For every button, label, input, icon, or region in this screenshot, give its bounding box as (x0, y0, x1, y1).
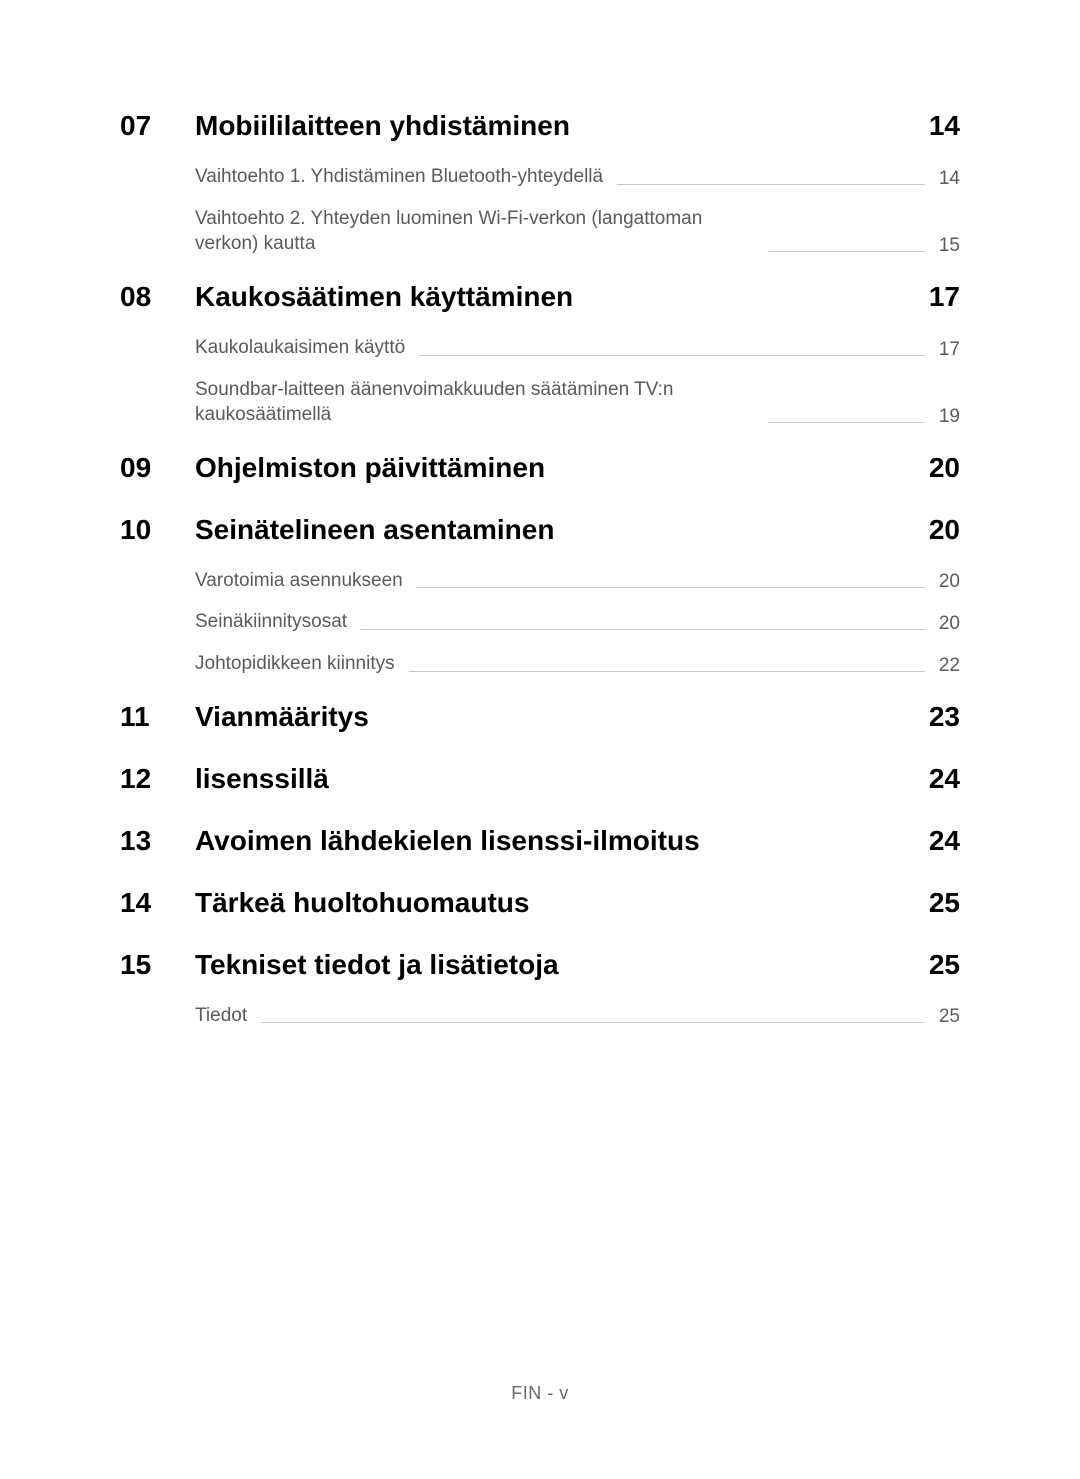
section-number: 07 (120, 110, 195, 273)
section-body: Avoimen lähdekielen lisenssi-ilmoitus 24 (195, 825, 960, 857)
section-header: Kaukosäätimen käyttäminen 17 (195, 281, 960, 313)
sub-title: Soundbar-laitteen äänenvoimakkuuden säät… (195, 377, 755, 428)
toc-section: 11Vianmääritys 23 (120, 701, 960, 733)
section-page: 23 (929, 701, 960, 733)
toc-section: 08Kaukosäätimen käyttäminen17Kaukolaukai… (120, 281, 960, 444)
sub-title: Kaukolaukaisimen käyttö (195, 335, 405, 361)
section-header: Mobiililaitteen yhdistäminen 14 (195, 110, 960, 142)
section-title: Tekniset tiedot ja lisätietoja (195, 949, 909, 981)
section-body: Vianmääritys 23 (195, 701, 960, 733)
section-header: Ohjelmiston päivittäminen 20 (195, 452, 960, 484)
toc-sub-entry: Tiedot 25 (195, 1003, 960, 1029)
section-body: Mobiililaitteen yhdistäminen 14 Vaihtoehto… (195, 110, 960, 273)
toc-sub-entry: Vaihtoehto 2. Yhteyden luominen Wi-Fi-ve… (195, 206, 960, 257)
section-page: 20 (929, 452, 960, 484)
section-number: 09 (120, 452, 195, 484)
section-title: Avoimen lähdekielen lisenssi-ilmoitus (195, 825, 909, 857)
toc-section: 15Tekniset tiedot ja lisätietoja25Tiedot… (120, 949, 960, 1045)
section-body: Ohjelmiston päivittäminen 20 (195, 452, 960, 484)
sub-page: 17 (939, 339, 960, 361)
toc-sub-entry: Seinäkiinnitysosat 20 (195, 609, 960, 635)
section-header: Tekniset tiedot ja lisätietoja 25 (195, 949, 960, 981)
leader-line (417, 587, 925, 588)
section-page: 20 (929, 514, 960, 546)
section-body: lisenssillä 24 (195, 763, 960, 795)
section-number: 12 (120, 763, 195, 795)
section-header: Avoimen lähdekielen lisenssi-ilmoitus 24 (195, 825, 960, 857)
leader-line (769, 422, 925, 423)
leader-line (769, 251, 925, 252)
toc-section: 10Seinätelineen asentaminen20Varotoimia … (120, 514, 960, 693)
sub-title: Tiedot (195, 1003, 247, 1029)
sub-title: Vaihtoehto 2. Yhteyden luominen Wi-Fi-ve… (195, 206, 755, 257)
table-of-contents: 07Mobiililaitteen yhdistäminen 14 Vaihtoeh… (120, 110, 960, 1044)
leader-line (409, 671, 925, 672)
section-body: Kaukosäätimen käyttäminen17Kaukolaukaisi… (195, 281, 960, 444)
section-title: lisenssillä (195, 763, 909, 795)
sub-page: 19 (939, 406, 960, 428)
section-body: Tekniset tiedot ja lisätietoja 25 Tiedot 25 (195, 949, 960, 1045)
section-page: 25 (929, 949, 960, 981)
section-title: Seinätelineen asentaminen (195, 514, 909, 546)
leader-line (261, 1022, 925, 1023)
section-body: Tärkeä huoltohuomautus 25 (195, 887, 960, 919)
sub-page: 20 (939, 571, 960, 593)
section-page: 24 (929, 763, 960, 795)
sub-page: 22 (939, 655, 960, 677)
section-title: Vianmääritys (195, 701, 909, 733)
section-page: 24 (929, 825, 960, 857)
leader-line (419, 355, 925, 356)
toc-section: 14Tärkeä huoltohuomautus 25 (120, 887, 960, 919)
section-title: Mobiililaitteen yhdistäminen (195, 110, 909, 142)
leader-line (617, 184, 925, 185)
section-number: 14 (120, 887, 195, 919)
toc-sub-entry: Soundbar-laitteen äänenvoimakkuuden säät… (195, 377, 960, 428)
toc-section: 13Avoimen lähdekielen lisenssi-ilmoitus 2… (120, 825, 960, 857)
toc-section: 07Mobiililaitteen yhdistäminen 14 Vaihtoeh… (120, 110, 960, 273)
section-number: 11 (120, 701, 195, 733)
sub-page: 15 (939, 235, 960, 257)
sub-page: 25 (939, 1006, 960, 1028)
section-header: Tärkeä huoltohuomautus 25 (195, 887, 960, 919)
section-title: Ohjelmiston päivittäminen (195, 452, 909, 484)
section-page: 14 (929, 110, 960, 142)
toc-section: 12lisenssillä 24 (120, 763, 960, 795)
toc-sub-entry: Varotoimia asennukseen 20 (195, 568, 960, 594)
sub-title: Vaihtoehto 1. Yhdistäminen Bluetooth-yht… (195, 164, 603, 190)
section-page: 25 (929, 887, 960, 919)
section-body: Seinätelineen asentaminen20Varotoimia as… (195, 514, 960, 693)
section-title: Tärkeä huoltohuomautus (195, 887, 909, 919)
toc-sub-entry: Kaukolaukaisimen käyttö 17 (195, 335, 960, 361)
section-header: Vianmääritys 23 (195, 701, 960, 733)
toc-sub-entry: Vaihtoehto 1. Yhdistäminen Bluetooth-yht… (195, 164, 960, 190)
toc-sub-entry: Johtopidikkeen kiinnitys 22 (195, 651, 960, 677)
section-header: Seinätelineen asentaminen 20 (195, 514, 960, 546)
sub-title: Varotoimia asennukseen (195, 568, 403, 594)
section-number: 15 (120, 949, 195, 1045)
section-number: 13 (120, 825, 195, 857)
section-number: 08 (120, 281, 195, 444)
section-header: lisenssillä 24 (195, 763, 960, 795)
leader-line (361, 629, 925, 630)
section-title: Kaukosäätimen käyttäminen (195, 281, 909, 313)
section-number: 10 (120, 514, 195, 693)
sub-title: Johtopidikkeen kiinnitys (195, 651, 395, 677)
sub-page: 20 (939, 613, 960, 635)
section-page: 17 (929, 281, 960, 313)
toc-section: 09Ohjelmiston päivittäminen 20 (120, 452, 960, 484)
sub-page: 14 (939, 168, 960, 190)
page-footer: FIN - v (0, 1383, 1080, 1404)
sub-title: Seinäkiinnitysosat (195, 609, 347, 635)
